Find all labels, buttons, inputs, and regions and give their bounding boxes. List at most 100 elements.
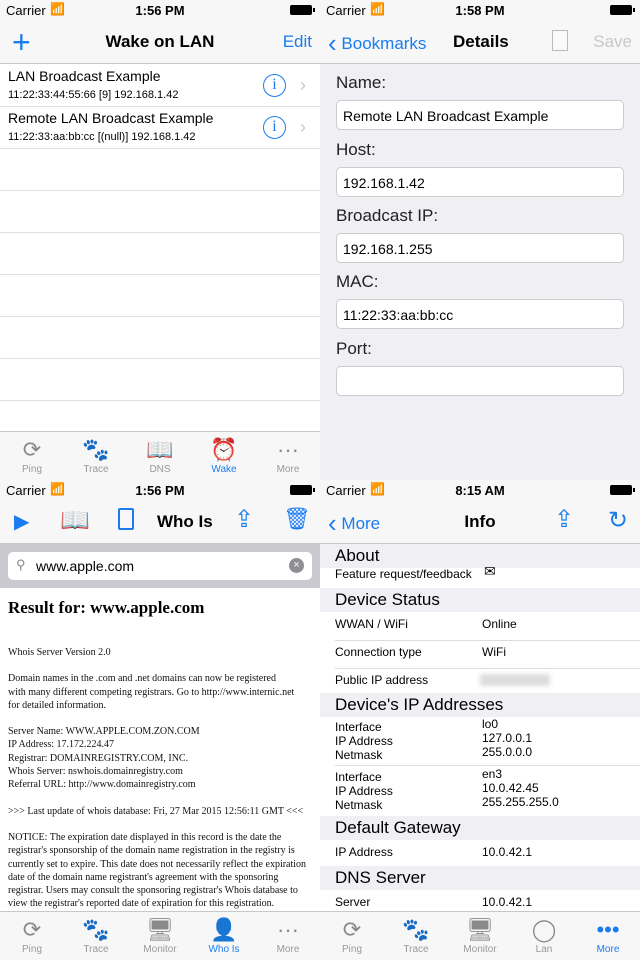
time-label: 1:58 PM xyxy=(455,3,505,18)
share-icon[interactable]: ⇪ xyxy=(554,505,574,534)
chevron-left-icon: ‹ xyxy=(328,28,337,58)
info-icon[interactable]: i xyxy=(263,116,286,139)
nav-bar: ‹ Bookmarks Details Save xyxy=(320,20,640,64)
netmask-value: 255.255.255.0 xyxy=(482,795,559,809)
document-icon[interactable] xyxy=(118,508,134,530)
result-heading: Result for: www.apple.com xyxy=(8,598,205,617)
interface-value: en3 xyxy=(482,767,503,781)
refresh-icon[interactable]: ↻ xyxy=(608,506,628,535)
tab-bar: ⟳ Ping 🐾 Trace 📖 DNS ⏰ Wake ··· More xyxy=(0,431,320,480)
whois-result: Whois Server Version 2.0 Domain names in… xyxy=(8,646,316,924)
more-dots-icon: ••• xyxy=(596,917,620,942)
interface-label: Interface xyxy=(335,720,382,734)
tab-trace[interactable]: 🐾 Trace xyxy=(64,432,128,480)
tab-more[interactable]: ··· More xyxy=(256,432,320,480)
tab-label: Trace xyxy=(83,464,109,475)
edit-button[interactable]: Edit xyxy=(283,32,312,52)
section-dns-server: DNS Server xyxy=(320,866,640,890)
book-icon: 📖 xyxy=(146,437,174,462)
tab-wake[interactable]: ⏰ Wake xyxy=(192,432,256,480)
name-field[interactable]: Remote LAN Broadcast Example xyxy=(336,100,624,130)
save-button[interactable]: Save xyxy=(593,32,632,52)
search-input[interactable]: ⚲ www.apple.com × xyxy=(8,552,312,580)
whois-paragraph: Whois Server Version 2.0 xyxy=(8,647,111,658)
refresh-arrows-icon: ⟳ xyxy=(342,917,362,942)
tab-ping[interactable]: ⟳ Ping xyxy=(320,912,384,960)
item-name: Remote LAN Broadcast Example xyxy=(8,110,214,126)
dns-label: Server xyxy=(335,895,371,909)
tab-label: Monitor xyxy=(143,944,177,955)
search-value: www.apple.com xyxy=(36,558,135,574)
ip-value: 127.0.0.1 xyxy=(482,731,533,745)
status-bar: Carrier 📶 8:15 AM xyxy=(320,480,640,500)
back-button[interactable]: ‹ Bookmarks xyxy=(328,28,426,59)
search-icon: ⚲ xyxy=(16,557,26,572)
tab-more[interactable]: ••• More xyxy=(576,912,640,960)
play-icon[interactable]: ▶ xyxy=(14,509,29,534)
trash-icon[interactable]: 🗑 xyxy=(283,506,311,532)
tab-whois[interactable]: 👤 Who Is xyxy=(192,912,256,960)
document-icon[interactable] xyxy=(552,30,568,51)
paw-icon: 🐾 xyxy=(82,437,110,462)
section-device-status: Device Status xyxy=(320,588,640,612)
clear-icon[interactable]: × xyxy=(289,558,304,573)
broadcast-ip-field[interactable]: 192.168.1.255 xyxy=(336,233,624,263)
tab-label: Monitor xyxy=(463,944,497,955)
host-list: LAN Broadcast Example 11:22:33:44:55:66 … xyxy=(0,65,320,431)
tab-monitor[interactable]: 🖥 Monitor xyxy=(448,912,512,960)
netmask-label: Netmask xyxy=(335,748,383,762)
time-label: 1:56 PM xyxy=(135,483,185,498)
battery-icon xyxy=(610,485,635,495)
connection-label: Connection type xyxy=(335,645,422,659)
tab-trace[interactable]: 🐾 Trace xyxy=(384,912,448,960)
chevron-right-icon: › xyxy=(300,75,306,95)
tab-lan[interactable]: ◯ Lan xyxy=(512,912,576,960)
search-bar: ⚲ www.apple.com × xyxy=(0,544,320,588)
info-icon[interactable]: i xyxy=(263,74,286,97)
tab-bar: ⟳ Ping 🐾 Trace 🖥 Monitor ◯ Lan ••• More xyxy=(320,911,640,960)
connection-value: WiFi xyxy=(482,645,506,659)
page-title: Wake on LAN xyxy=(105,32,215,51)
status-bar: Carrier 📶 1:56 PM xyxy=(0,480,320,500)
mac-field[interactable]: 11:22:33:aa:bb:cc xyxy=(336,299,624,329)
back-label: Bookmarks xyxy=(341,34,427,53)
battery-icon xyxy=(290,5,315,15)
paw-icon: 🐾 xyxy=(82,917,110,942)
lan-icon: ◯ xyxy=(531,917,557,942)
tab-label: More xyxy=(276,464,300,475)
ip-value: 10.0.42.45 xyxy=(482,781,539,795)
tab-label: More xyxy=(276,944,300,955)
list-item[interactable]: Remote LAN Broadcast Example 11:22:33:aa… xyxy=(0,107,320,149)
dns-value: 10.0.42.1 xyxy=(482,895,533,909)
share-icon[interactable]: ⇪ xyxy=(234,505,254,534)
port-field[interactable] xyxy=(336,366,624,396)
item-detail: 11:22:33:44:55:66 [9] 192.168.1.42 xyxy=(8,89,179,101)
book-icon[interactable]: 📖 xyxy=(60,506,90,535)
host-label: Host: xyxy=(336,140,376,159)
battery-icon xyxy=(610,5,635,15)
list-item[interactable]: LAN Broadcast Example 11:22:33:44:55:66 … xyxy=(0,65,320,107)
tab-bar: ⟳ Ping 🐾 Trace 🖥 Monitor 👤 Who Is ··· More xyxy=(0,911,320,960)
gateway-value: 10.0.42.1 xyxy=(482,845,533,859)
monitor-icon: 🖥 xyxy=(466,917,494,942)
interface-value: lo0 xyxy=(482,717,499,731)
host-field[interactable]: 192.168.1.42 xyxy=(336,167,624,197)
section-about: About xyxy=(320,544,640,568)
tab-more[interactable]: ··· More xyxy=(256,912,320,960)
gateway-label: IP Address xyxy=(335,845,393,859)
feedback-link[interactable]: Feature request/feedback xyxy=(335,567,472,581)
more-dots-icon: ··· xyxy=(277,917,299,942)
tab-trace[interactable]: 🐾 Trace xyxy=(64,912,128,960)
mail-icon[interactable]: ✉ xyxy=(484,563,496,580)
tab-ping[interactable]: ⟳ Ping xyxy=(0,912,64,960)
tab-ping[interactable]: ⟳ Ping xyxy=(0,432,64,480)
tab-dns[interactable]: 📖 DNS xyxy=(128,432,192,480)
details-screen: Carrier 📶 1:58 PM ‹ Bookmarks Details Save… xyxy=(320,0,640,480)
toolbar: ▶ 📖 Who Is ⇪ 🗑 xyxy=(0,500,320,544)
port-label: Port: xyxy=(336,339,372,358)
item-name: LAN Broadcast Example xyxy=(8,68,161,84)
tab-label: DNS xyxy=(149,464,171,475)
whois-screen: Carrier 📶 1:56 PM ▶ 📖 Who Is ⇪ 🗑 ⚲ www.app… xyxy=(0,480,320,960)
tab-monitor[interactable]: 🖥 Monitor xyxy=(128,912,192,960)
battery-icon xyxy=(290,485,315,495)
